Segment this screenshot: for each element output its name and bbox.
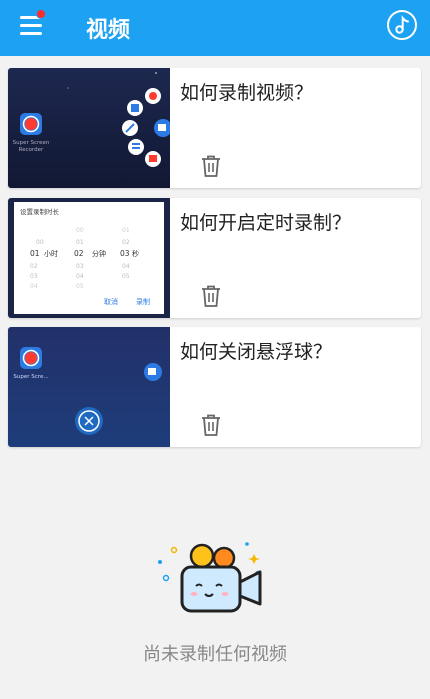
thumb-app-label: Super Screen	[13, 140, 50, 146]
hour-value: 00	[36, 239, 44, 246]
minute-value: 02	[74, 249, 84, 258]
music-icon	[395, 15, 409, 34]
video-thumbnail[interactable]: Super Scre...	[8, 327, 170, 447]
video-thumbnail[interactable]: Super Screen Recorder	[8, 68, 170, 188]
dialog-cancel: 取消	[104, 297, 118, 306]
dialog-title: 设置录制时长	[20, 207, 60, 216]
hour-unit: 小时	[44, 249, 58, 258]
thumb-app-label: Super Scre...	[13, 374, 48, 380]
empty-state-label: 尚未录制任何视频	[143, 644, 287, 665]
video-thumbnail[interactable]: 设置录制时长 00 01 小时 02 03 04 00 01 02 分钟 03 …	[8, 198, 170, 318]
hour-value: 02	[30, 263, 38, 270]
app-bar: 视频	[0, 0, 430, 56]
minute-value: 04	[76, 273, 84, 280]
minute-value: 01	[76, 239, 84, 246]
dialog-confirm: 录制	[136, 297, 150, 306]
trash-icon[interactable]	[200, 154, 222, 178]
video-title: 如何录制视频？	[180, 82, 314, 104]
minute-value: 03	[76, 263, 84, 270]
minute-value: 05	[76, 283, 84, 290]
second-value: 03	[120, 249, 130, 258]
video-card[interactable]: Super Scre... 如何关闭悬浮球？	[8, 327, 421, 447]
video-card[interactable]: 设置录制时长 00 01 小时 02 03 04 00 01 02 分钟 03 …	[8, 198, 421, 318]
menu-button[interactable]	[20, 9, 46, 38]
video-camera-illustration	[158, 542, 262, 613]
minute-value: 00	[76, 227, 84, 234]
hour-value: 04	[30, 283, 38, 290]
second-value: 05	[122, 273, 130, 280]
second-value: 02	[122, 239, 130, 246]
thumb-app-label: Recorder	[19, 147, 44, 153]
video-title: 如何关闭悬浮球？	[180, 341, 333, 363]
music-button[interactable]	[387, 10, 417, 40]
second-value: 04	[122, 263, 130, 270]
menu-icon-bar	[20, 32, 42, 35]
hour-value: 01	[30, 249, 40, 258]
minute-unit: 分钟	[92, 249, 106, 258]
hour-value: 03	[30, 273, 38, 280]
notification-dot	[36, 9, 46, 19]
page-title: 视频	[86, 18, 131, 43]
second-unit: 秒	[132, 249, 139, 258]
video-card[interactable]: Super Screen Recorder 如何录制视频？	[8, 68, 421, 188]
video-title: 如何开启定时录制？	[180, 212, 352, 234]
trash-icon[interactable]	[200, 413, 222, 437]
menu-icon-bar	[20, 24, 42, 27]
second-value: 01	[122, 227, 130, 234]
trash-icon[interactable]	[200, 284, 222, 308]
